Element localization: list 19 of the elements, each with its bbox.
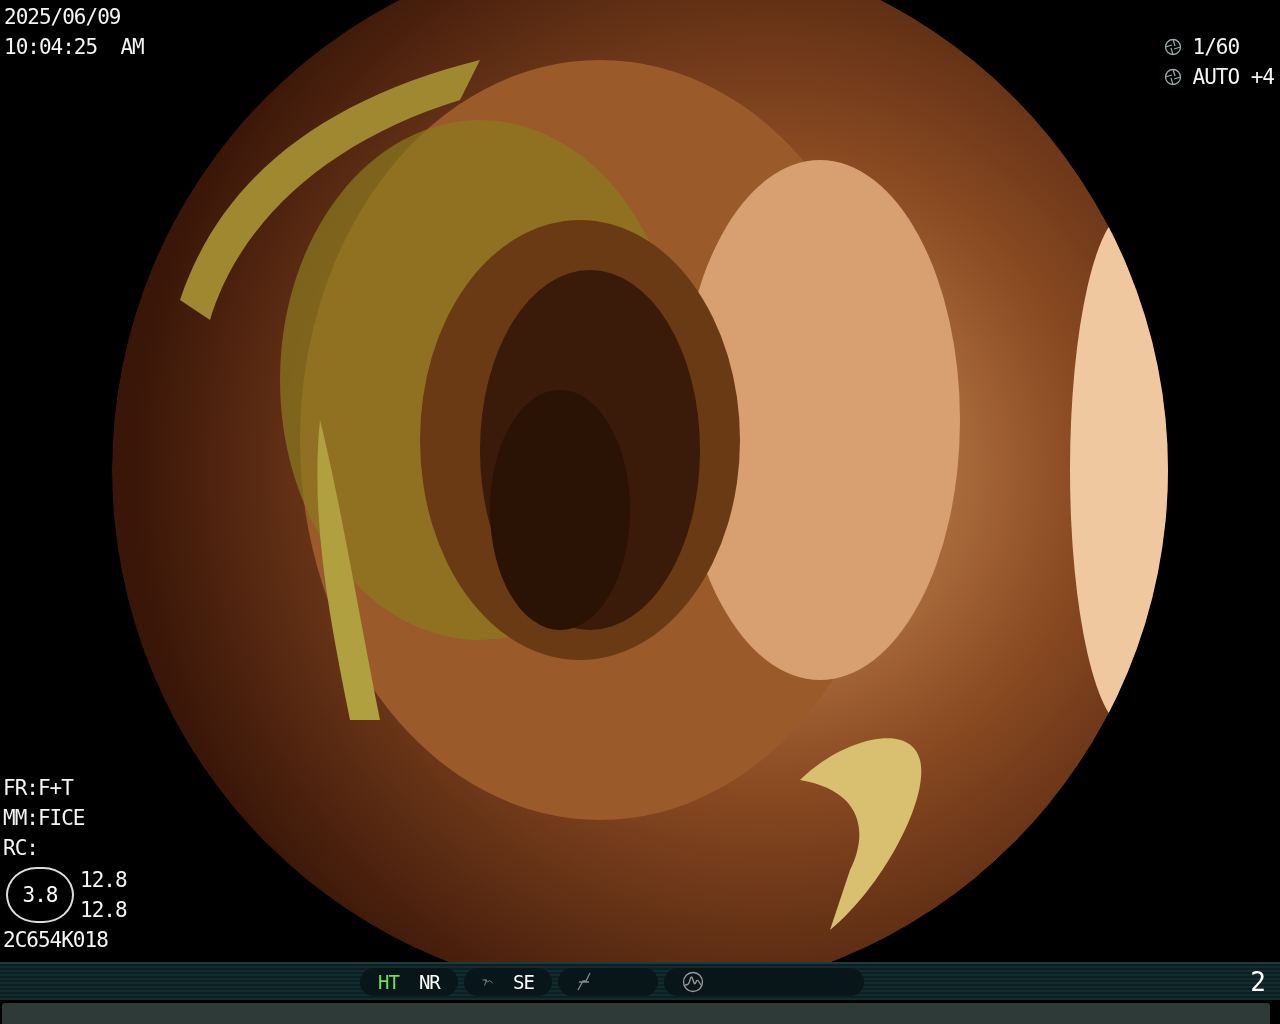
page-number: 2: [1250, 967, 1266, 997]
status-label: NR: [418, 971, 440, 993]
zoom-reading: 12.8: [80, 897, 127, 924]
shutter-speed: 1/60: [1192, 34, 1241, 61]
iris-icon: [1164, 68, 1183, 86]
shutter-icon: [1164, 38, 1183, 56]
scope-id: 2C654K018: [3, 927, 109, 954]
setting-text: MM:FICE: [3, 805, 86, 832]
time-text: 10:04:25 AM: [4, 34, 144, 61]
status-label: HT: [378, 971, 399, 993]
zoom-reading: 12.8: [80, 867, 127, 894]
status-label: SE: [513, 971, 534, 993]
function-icon: [576, 972, 592, 992]
setting-text: RC:: [3, 835, 39, 862]
date-text: 2025/06/09: [4, 4, 122, 31]
peak-icon: [682, 971, 704, 993]
zoom-indicator: 3.8: [6, 867, 74, 923]
setting-text: FR:F+T: [3, 775, 75, 802]
iris-setting: AUTO +4: [1192, 64, 1274, 91]
